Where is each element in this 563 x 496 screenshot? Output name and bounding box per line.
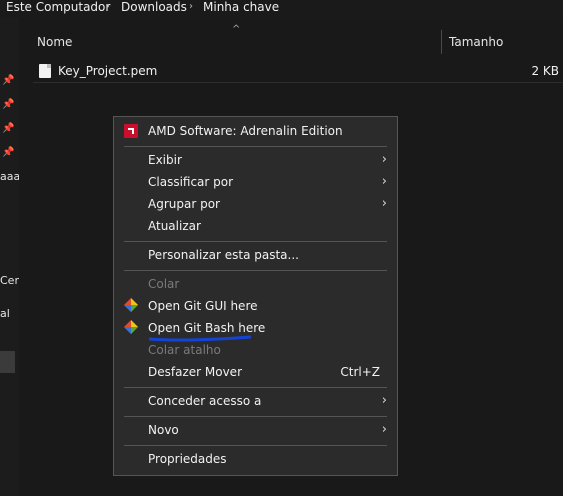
menu-separator	[124, 270, 387, 271]
chevron-right-icon: ›	[381, 422, 387, 437]
menu-item-label: Novo	[148, 423, 179, 437]
chevron-right-icon[interactable]: ›	[189, 1, 193, 12]
menu-item-label: Open Git Bash here	[148, 321, 266, 335]
pin-icon[interactable]: 📌	[2, 123, 14, 135]
chevron-right-icon: ›	[381, 196, 387, 211]
menu-item-classificar[interactable]: Classificar por ›	[114, 171, 397, 193]
menu-item-label: Colar	[148, 277, 180, 291]
git-diamond-icon	[124, 298, 138, 312]
column-name[interactable]: Nome	[37, 35, 72, 49]
column-header: ^ Nome Tamanho	[21, 24, 563, 54]
menu-item-amd[interactable]: AMD Software: Adrenalin Edition	[114, 120, 397, 142]
nav-item-fragment[interactable]: Cen	[0, 274, 19, 287]
menu-item-atualizar[interactable]: Atualizar	[114, 215, 397, 237]
menu-item-label: Exibir	[148, 153, 182, 167]
annotation-underline	[149, 335, 251, 342]
menu-item-colar-atalho: Colar atalho	[114, 339, 397, 361]
context-menu: AMD Software: Adrenalin Edition Exibir ›…	[113, 116, 398, 476]
nav-item-fragment[interactable]: al	[0, 307, 19, 320]
menu-separator	[124, 241, 387, 242]
menu-item-desfazer[interactable]: Desfazer Mover Ctrl+Z	[114, 361, 397, 383]
menu-item-label: Desfazer Mover	[148, 365, 242, 379]
menu-item-personalizar[interactable]: Personalizar esta pasta...	[114, 244, 397, 266]
menu-separator	[124, 387, 387, 388]
file-name: Key_Project.pem	[58, 64, 158, 78]
menu-item-label: Atualizar	[148, 219, 201, 233]
pin-icon[interactable]: 📌	[2, 147, 14, 159]
menu-item-exibir[interactable]: Exibir ›	[114, 149, 397, 171]
amd-logo-icon	[124, 124, 138, 138]
breadcrumb-este-computador[interactable]: Este Computador	[6, 0, 110, 14]
menu-item-colar: Colar	[114, 273, 397, 295]
menu-item-label: Open Git GUI here	[148, 299, 258, 313]
menu-item-label: Conceder acesso a	[148, 394, 262, 408]
chevron-right-icon: ›	[381, 393, 387, 408]
menu-separator	[124, 146, 387, 147]
chevron-right-icon: ›	[381, 174, 387, 189]
menu-item-label: AMD Software: Adrenalin Edition	[148, 124, 343, 138]
address-bar[interactable]: Este Computador › Downloads › Minha chav…	[0, 0, 563, 18]
navigation-pane: 📌 📌 📌 📌 aaa Cen al	[0, 18, 19, 496]
column-size[interactable]: Tamanho	[449, 35, 503, 49]
menu-separator	[124, 445, 387, 446]
menu-item-label: Personalizar esta pasta...	[148, 248, 299, 262]
column-divider[interactable]	[441, 30, 442, 54]
breadcrumb-downloads[interactable]: Downloads	[121, 0, 187, 14]
menu-item-git-gui[interactable]: Open Git GUI here	[114, 295, 397, 317]
table-row[interactable]: Key_Project.pem 2 KB	[33, 60, 563, 83]
file-icon	[39, 64, 51, 78]
file-size: 2 KB	[531, 64, 559, 78]
chevron-right-icon: ›	[381, 152, 387, 167]
menu-item-agrupar[interactable]: Agrupar por ›	[114, 193, 397, 215]
menu-item-label: Classificar por	[148, 175, 234, 189]
git-diamond-icon	[124, 320, 138, 334]
menu-separator	[124, 416, 387, 417]
pin-icon[interactable]: 📌	[2, 99, 14, 111]
nav-item-selected[interactable]	[0, 351, 15, 373]
menu-item-label: Agrupar por	[148, 197, 220, 211]
sort-up-icon: ^	[232, 24, 241, 35]
nav-item-fragment[interactable]: aaa	[0, 170, 19, 183]
menu-item-label: Propriedades	[148, 452, 227, 466]
menu-item-conceder[interactable]: Conceder acesso a ›	[114, 390, 397, 412]
breadcrumb-minha-chave[interactable]: Minha chave	[203, 0, 279, 14]
chevron-right-icon[interactable]: ›	[106, 1, 110, 12]
menu-item-novo[interactable]: Novo ›	[114, 419, 397, 441]
menu-item-propriedades[interactable]: Propriedades	[114, 448, 397, 470]
shortcut-label: Ctrl+Z	[340, 365, 380, 379]
pin-icon[interactable]: 📌	[2, 75, 14, 87]
menu-item-label: Colar atalho	[148, 343, 221, 357]
